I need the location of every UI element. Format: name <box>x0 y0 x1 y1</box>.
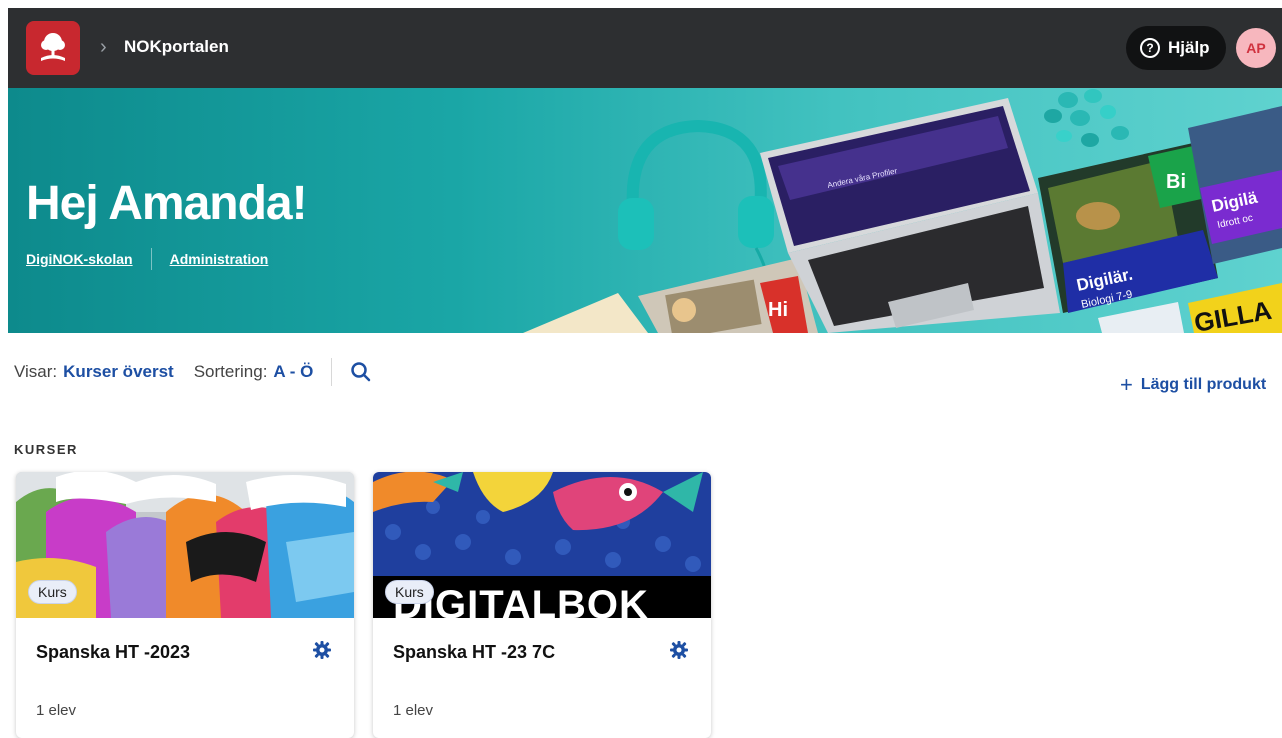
nok-logo[interactable] <box>26 21 80 75</box>
biologi-book-image: Bi Digilär. Biologi 7-9 <box>1038 143 1218 313</box>
user-avatar[interactable]: AP <box>1236 28 1276 68</box>
breadcrumb-nokportalen[interactable]: NOKportalen <box>124 37 229 57</box>
course-student-count: 1 elev <box>36 702 77 719</box>
course-type-badge: Kurs <box>385 580 434 604</box>
divider <box>150 248 152 270</box>
course-settings-button[interactable] <box>312 640 332 665</box>
administration-link[interactable]: Administration <box>170 251 269 267</box>
school-link[interactable]: DigiNOK-skolan <box>26 251 133 267</box>
course-title: Spanska HT -2023 <box>36 642 191 662</box>
plus-icon: + <box>1120 372 1133 397</box>
history-book-image: Hi <box>523 258 818 333</box>
top-navigation-bar: › NOKportalen ? Hjälp AP <box>8 8 1282 88</box>
showing-label: Visar: <box>14 362 58 381</box>
svg-text:Hi: Hi <box>768 299 788 321</box>
search-icon <box>351 362 371 382</box>
welcome-banner: Hi Andera våra Profiler Bi Digilär. Biol… <box>8 88 1282 333</box>
sort-label: Sortering: <box>193 362 268 381</box>
course-student-count: 1 elev <box>393 702 434 719</box>
svg-text:Bi: Bi <box>1166 171 1186 193</box>
tree-icon <box>41 33 65 61</box>
showing-dropdown[interactable]: Kurser överst <box>63 362 174 382</box>
course-image-graffiti: Kurs <box>16 472 354 618</box>
greeting-heading: Hej Amanda! <box>26 177 308 230</box>
list-toolbar: Visar: Kurser överst Sortering: A - Ö <box>14 358 372 386</box>
search-button[interactable] <box>350 361 372 383</box>
course-type-badge: Kurs <box>28 580 77 604</box>
sort-dropdown[interactable]: A - Ö <box>273 362 313 382</box>
banner-links: DigiNOK-skolan Administration <box>26 248 268 270</box>
decorative-pills <box>1044 89 1129 147</box>
help-label: Hjälp <box>1168 38 1210 57</box>
gear-icon <box>670 641 688 659</box>
chevron-right-icon: › <box>100 36 107 58</box>
course-card[interactable]: Kurs Spanska HT -2023 1 elev <box>16 472 354 738</box>
toolbar-divider <box>331 358 333 386</box>
gear-icon <box>313 641 331 659</box>
course-settings-button[interactable] <box>669 640 689 665</box>
help-button[interactable]: ? Hjälp <box>1126 26 1226 70</box>
add-product-button[interactable]: + Lägg till produkt <box>1120 372 1266 398</box>
course-image-fish: DIGITALBOK Kurs <box>373 472 711 618</box>
course-title: Spanska HT -23 7C <box>393 642 556 662</box>
course-card[interactable]: DIGITALBOK Kurs Spanska HT -23 7C 1 elev <box>373 472 711 738</box>
courses-section-heading: KURSER <box>14 442 78 457</box>
add-product-label: Lägg till produkt <box>1140 376 1267 393</box>
question-circle-icon: ? <box>1140 38 1160 58</box>
